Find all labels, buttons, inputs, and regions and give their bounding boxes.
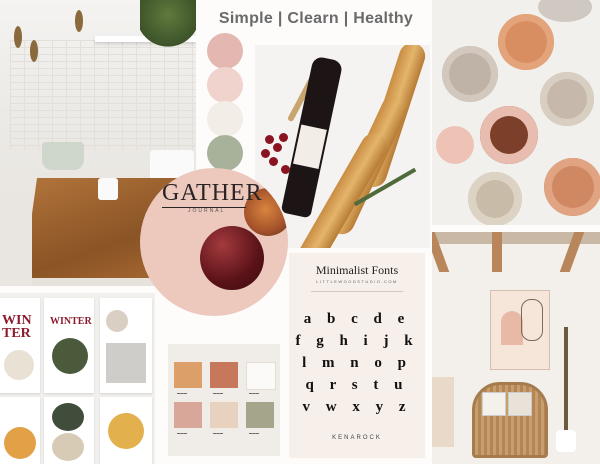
fonts-url: LITTLEWOODSTUDIO.COM bbox=[316, 279, 398, 284]
color-circle-swatch bbox=[207, 101, 243, 137]
palette-swatch bbox=[246, 362, 276, 390]
food-bowl bbox=[108, 413, 144, 449]
font-sample-row: q r s t u bbox=[305, 377, 409, 393]
grape bbox=[261, 149, 270, 158]
minimalist-fonts-card: Minimalist Fonts LITTLEWOODSTUDIO.COM a … bbox=[289, 253, 425, 458]
font-sample-row: l m n o p bbox=[302, 355, 412, 371]
grape bbox=[281, 165, 290, 174]
magazine-card: WINTER bbox=[0, 298, 40, 393]
winter-magazine-collage: WIN TER WINTER bbox=[0, 293, 155, 464]
plate bbox=[538, 0, 592, 22]
color-palette-card: ▬▬▬ ▬▬▬ ▬▬▬ ▬▬▬ ▬▬▬ ▬▬▬ bbox=[168, 344, 280, 456]
food-photo bbox=[106, 343, 146, 383]
plate bbox=[544, 158, 600, 216]
fonts-divider bbox=[311, 291, 403, 292]
hanging-plant bbox=[140, 0, 196, 50]
grape bbox=[265, 135, 274, 144]
grape bbox=[279, 133, 288, 142]
wall-fan-decor bbox=[75, 10, 83, 32]
food-bowl bbox=[4, 350, 34, 380]
art-shape bbox=[501, 311, 523, 345]
cushion bbox=[482, 392, 506, 416]
palette-swatch bbox=[174, 402, 202, 428]
plate bbox=[436, 126, 474, 164]
palette-swatch bbox=[246, 402, 274, 428]
magazine-card bbox=[100, 298, 152, 393]
food-bowl bbox=[52, 403, 84, 431]
swatch-label: ▬▬▬ bbox=[249, 391, 260, 395]
color-circle-swatch bbox=[207, 135, 243, 171]
plate bbox=[498, 14, 554, 70]
apple bbox=[200, 226, 264, 290]
magazine-card bbox=[100, 397, 152, 464]
magazine-card: WINTER bbox=[44, 298, 94, 393]
color-circle-swatch bbox=[207, 67, 243, 103]
art-line bbox=[521, 299, 543, 341]
boho-room-photo bbox=[432, 232, 600, 464]
food-bowl bbox=[52, 338, 88, 374]
card-title: WINTER bbox=[2, 313, 32, 341]
plate bbox=[468, 172, 522, 225]
swatch-label: ▬▬▬ bbox=[213, 391, 224, 395]
card-title: WINTER bbox=[50, 316, 92, 327]
magazine-card bbox=[0, 397, 40, 464]
gather-journal-circle: GATHER JOURNAL bbox=[140, 168, 288, 316]
moodboard-title: Simple | Clearn | Healthy bbox=[218, 10, 414, 27]
plates-photo bbox=[432, 0, 600, 225]
gather-title: GATHER bbox=[162, 180, 263, 206]
plate bbox=[540, 72, 594, 126]
swatch-label: ▬▬▬ bbox=[249, 431, 260, 435]
palette-swatch bbox=[174, 362, 202, 388]
food-bowl bbox=[52, 433, 84, 461]
palette-swatch bbox=[210, 402, 238, 428]
grape bbox=[269, 157, 278, 166]
mug bbox=[98, 178, 118, 200]
plate bbox=[480, 106, 538, 164]
kitchen-cabinet bbox=[0, 205, 32, 286]
swatch-label: ▬▬▬ bbox=[177, 391, 188, 395]
color-circle-swatch bbox=[207, 33, 243, 69]
palette-swatch bbox=[210, 362, 238, 388]
throw-blanket bbox=[432, 377, 454, 447]
bottle-label bbox=[293, 124, 327, 170]
food-bowl bbox=[106, 310, 128, 332]
plate bbox=[442, 46, 498, 102]
cushion bbox=[508, 392, 532, 416]
swatch-label: ▬▬▬ bbox=[213, 431, 224, 435]
font-sample-row: a b c d e bbox=[303, 311, 411, 327]
cooking-pot bbox=[42, 142, 84, 170]
fonts-brand: KENAROCK bbox=[332, 435, 382, 441]
plant-branch bbox=[564, 327, 568, 437]
wall-art bbox=[490, 290, 550, 370]
ceiling-beam bbox=[492, 232, 502, 272]
grape bbox=[273, 143, 282, 152]
food-bowl bbox=[4, 427, 36, 459]
kitchen-backsplash bbox=[10, 40, 196, 150]
vase bbox=[556, 430, 576, 452]
wall-fan-decor bbox=[30, 40, 38, 62]
font-sample-row: f g h i j k bbox=[295, 333, 419, 349]
gather-subtitle: JOURNAL bbox=[188, 208, 226, 214]
swatch-label: ▬▬▬ bbox=[177, 431, 188, 435]
fonts-title: Minimalist Fonts bbox=[315, 263, 399, 277]
wall-fan-decor bbox=[14, 26, 22, 48]
magazine-card bbox=[44, 397, 94, 464]
font-sample-row: v w x y z bbox=[302, 399, 412, 415]
